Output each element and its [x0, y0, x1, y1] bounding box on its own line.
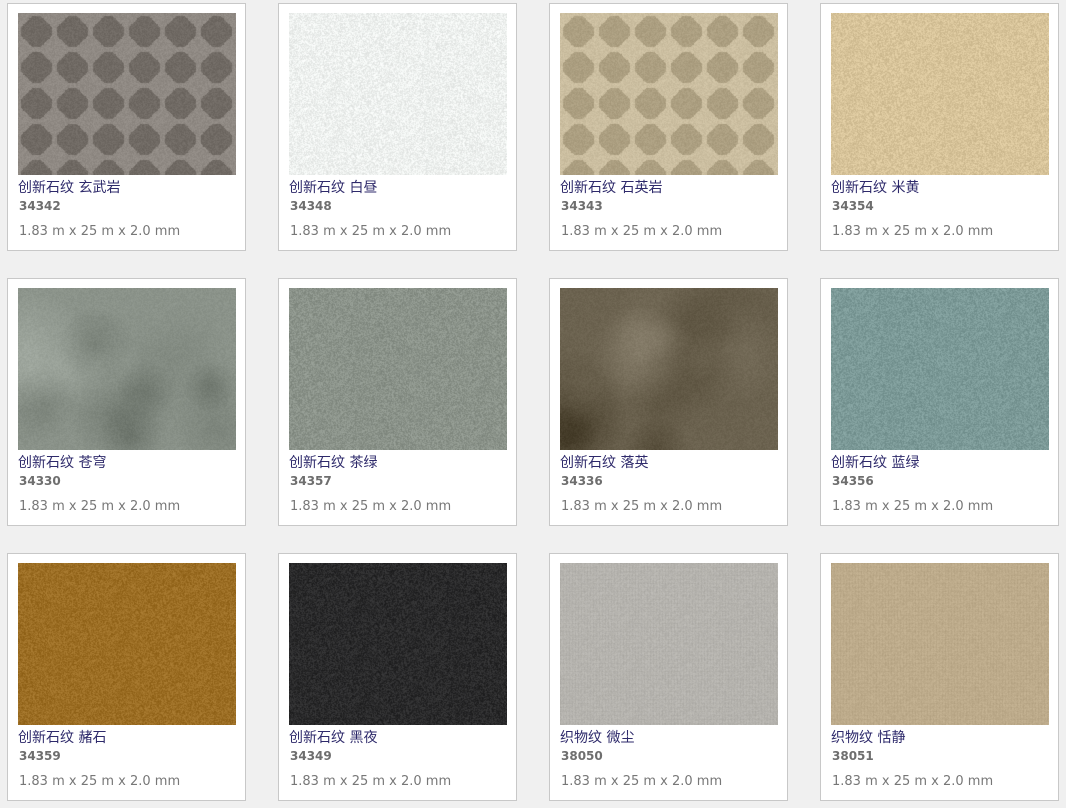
- product-dimensions: 1.83 m x 25 m x 2.0 mm: [290, 499, 452, 514]
- product-code: 34342: [19, 199, 61, 213]
- product-name[interactable]: 创新石纹 米黄: [831, 179, 919, 197]
- product-dimensions: 1.83 m x 25 m x 2.0 mm: [832, 774, 994, 789]
- product-swatch-image[interactable]: [831, 13, 1049, 175]
- product-code: 34354: [832, 199, 874, 213]
- product-code: 38050: [561, 749, 603, 763]
- product-dimensions: 1.83 m x 25 m x 2.0 mm: [19, 224, 181, 239]
- product-dimensions: 1.83 m x 25 m x 2.0 mm: [832, 224, 994, 239]
- product-dimensions: 1.83 m x 25 m x 2.0 mm: [290, 774, 452, 789]
- product-swatch-image[interactable]: [289, 288, 507, 450]
- product-name[interactable]: 织物纹 微尘: [560, 729, 634, 747]
- product-card[interactable]: 创新石纹 玄武岩 34342 1.83 m x 25 m x 2.0 mm: [7, 3, 246, 251]
- product-name[interactable]: 创新石纹 黑夜: [289, 729, 377, 747]
- product-card[interactable]: 创新石纹 赭石 34359 1.83 m x 25 m x 2.0 mm: [7, 553, 246, 801]
- product-dimensions: 1.83 m x 25 m x 2.0 mm: [19, 499, 181, 514]
- product-card[interactable]: 创新石纹 蓝绿 34356 1.83 m x 25 m x 2.0 mm: [820, 278, 1059, 526]
- product-card[interactable]: 创新石纹 黑夜 34349 1.83 m x 25 m x 2.0 mm: [278, 553, 517, 801]
- product-code: 34349: [290, 749, 332, 763]
- product-card[interactable]: 创新石纹 米黄 34354 1.83 m x 25 m x 2.0 mm: [820, 3, 1059, 251]
- product-card[interactable]: 织物纹 恬静 38051 1.83 m x 25 m x 2.0 mm: [820, 553, 1059, 801]
- product-card[interactable]: 创新石纹 白昼 34348 1.83 m x 25 m x 2.0 mm: [278, 3, 517, 251]
- product-code: 34356: [832, 474, 874, 488]
- product-swatch-image[interactable]: [289, 13, 507, 175]
- product-code: 38051: [832, 749, 874, 763]
- product-dimensions: 1.83 m x 25 m x 2.0 mm: [561, 774, 723, 789]
- product-name[interactable]: 创新石纹 蓝绿: [831, 454, 919, 472]
- product-swatch-image[interactable]: [560, 13, 778, 175]
- product-code: 34343: [561, 199, 603, 213]
- product-name[interactable]: 创新石纹 白昼: [289, 179, 377, 197]
- product-swatch-image[interactable]: [289, 563, 507, 725]
- product-name[interactable]: 创新石纹 玄武岩: [18, 179, 120, 197]
- product-swatch-image[interactable]: [18, 563, 236, 725]
- product-dimensions: 1.83 m x 25 m x 2.0 mm: [290, 224, 452, 239]
- product-name[interactable]: 创新石纹 苍穹: [18, 454, 106, 472]
- product-swatch-image[interactable]: [560, 288, 778, 450]
- product-card[interactable]: 创新石纹 石英岩 34343 1.83 m x 25 m x 2.0 mm: [549, 3, 788, 251]
- product-dimensions: 1.83 m x 25 m x 2.0 mm: [561, 224, 723, 239]
- product-dimensions: 1.83 m x 25 m x 2.0 mm: [561, 499, 723, 514]
- product-card[interactable]: 织物纹 微尘 38050 1.83 m x 25 m x 2.0 mm: [549, 553, 788, 801]
- product-code: 34359: [19, 749, 61, 763]
- product-name[interactable]: 创新石纹 赭石: [18, 729, 106, 747]
- product-code: 34330: [19, 474, 61, 488]
- product-code: 34357: [290, 474, 332, 488]
- product-code: 34336: [561, 474, 603, 488]
- product-code: 34348: [290, 199, 332, 213]
- product-swatch-image[interactable]: [560, 563, 778, 725]
- product-name[interactable]: 创新石纹 石英岩: [560, 179, 662, 197]
- product-name[interactable]: 创新石纹 茶绿: [289, 454, 377, 472]
- product-swatch-image[interactable]: [18, 288, 236, 450]
- product-card[interactable]: 创新石纹 苍穹 34330 1.83 m x 25 m x 2.0 mm: [7, 278, 246, 526]
- product-grid: 创新石纹 玄武岩 34342 1.83 m x 25 m x 2.0 mm 创新石纹 …: [7, 3, 1059, 801]
- product-swatch-image[interactable]: [18, 13, 236, 175]
- product-card[interactable]: 创新石纹 茶绿 34357 1.83 m x 25 m x 2.0 mm: [278, 278, 517, 526]
- product-dimensions: 1.83 m x 25 m x 2.0 mm: [832, 499, 994, 514]
- product-swatch-image[interactable]: [831, 563, 1049, 725]
- product-name[interactable]: 创新石纹 落英: [560, 454, 648, 472]
- product-dimensions: 1.83 m x 25 m x 2.0 mm: [19, 774, 181, 789]
- product-name[interactable]: 织物纹 恬静: [831, 729, 905, 747]
- product-swatch-image[interactable]: [831, 288, 1049, 450]
- product-card[interactable]: 创新石纹 落英 34336 1.83 m x 25 m x 2.0 mm: [549, 278, 788, 526]
